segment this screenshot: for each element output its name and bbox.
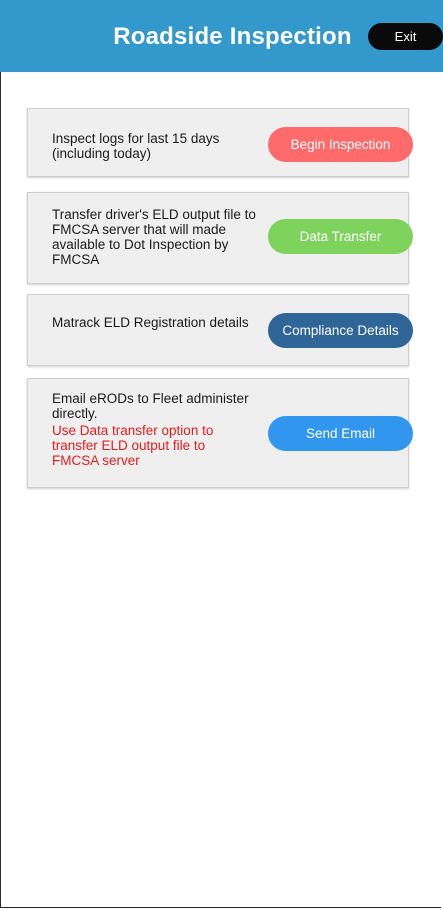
data-transfer-warning: Use Data transfer option to transfer ELD… — [52, 423, 214, 468]
data-transfer-description: Transfer driver's ELD output file to FMC… — [52, 207, 256, 267]
registration-description: Matrack ELD Registration details — [52, 315, 249, 330]
inspect-logs-card: Inspect logs for last 15 days (including… — [27, 108, 413, 177]
registration-card: Matrack ELD Registration details Complia… — [27, 294, 413, 366]
exit-button[interactable]: Exit — [368, 23, 443, 50]
inspect-logs-description: Inspect logs for last 15 days (including… — [52, 131, 220, 161]
compliance-details-button[interactable]: Compliance Details — [268, 313, 413, 348]
app-header: Roadside Inspection Exit — [0, 0, 443, 72]
send-email-text: Email eRODs to Fleet administer directly… — [52, 391, 249, 421]
send-email-card: Email eRODs to Fleet administer directly… — [27, 378, 413, 488]
send-email-button[interactable]: Send Email — [268, 416, 413, 451]
data-transfer-button[interactable]: Data Transfer — [268, 219, 413, 254]
send-email-description: Email eRODs to Fleet administer directly… — [52, 391, 277, 468]
data-transfer-card: Transfer driver's ELD output file to FMC… — [27, 192, 413, 284]
begin-inspection-button[interactable]: Begin Inspection — [268, 127, 413, 162]
